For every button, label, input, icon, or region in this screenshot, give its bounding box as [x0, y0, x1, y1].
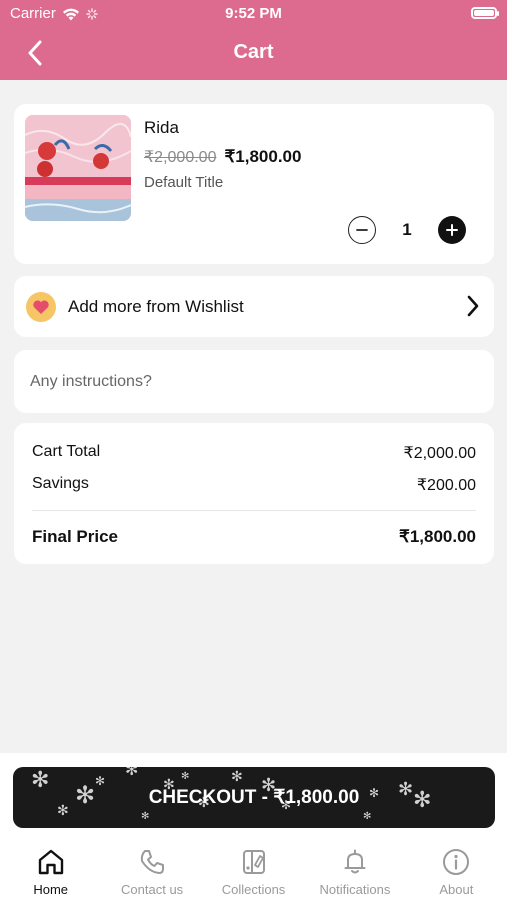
tab-about[interactable]: About	[406, 836, 507, 900]
wishlist-badge	[26, 292, 56, 322]
page-title: Cart	[233, 41, 274, 63]
quantity-stepper: 1	[348, 216, 466, 244]
plus-icon	[446, 224, 458, 236]
chevron-right-icon	[467, 295, 479, 317]
home-icon	[38, 849, 63, 875]
svg-text:✻: ✻	[181, 771, 189, 782]
svg-text:✻: ✻	[398, 779, 413, 800]
savings-row: Savings ₹200.00	[32, 475, 476, 495]
svg-text:✻: ✻	[413, 788, 431, 813]
sale-price: ₹1,800.00	[224, 147, 302, 166]
instructions-input[interactable]	[30, 364, 478, 400]
app-header: Carrier 9:52 PM Cart	[0, 0, 507, 80]
checkout-label: CHECKOUT - ₹1,800.00	[148, 787, 360, 808]
status-time: 9:52 PM	[225, 5, 282, 22]
tab-label-notifications: Notifications	[319, 882, 391, 897]
svg-text:✻: ✻	[31, 768, 49, 793]
summary-divider	[32, 510, 476, 511]
phone-icon	[140, 850, 165, 874]
cart-item-card: Rida ₹2,000.00 ₹1,800.00 Default Title 1	[14, 104, 494, 264]
svg-text:✻: ✻	[57, 803, 69, 819]
final-price-value: ₹1,800.00	[399, 527, 476, 546]
tab-contact-us[interactable]: Contact us	[101, 836, 202, 900]
savings-value: ₹200.00	[416, 477, 476, 494]
cart-total-label: Cart Total	[32, 443, 101, 460]
battery-icon	[471, 7, 499, 19]
original-price: ₹2,000.00	[144, 149, 217, 166]
svg-text:✻: ✻	[95, 774, 105, 788]
svg-text:✻: ✻	[369, 786, 379, 800]
quantity-value: 1	[402, 220, 412, 239]
cart-total-value: ₹2,000.00	[403, 445, 476, 462]
heart-icon	[33, 300, 49, 314]
tab-collections[interactable]: Collections	[203, 836, 304, 900]
collections-icon	[242, 850, 265, 874]
svg-text:✻: ✻	[125, 767, 138, 779]
svg-text:✻: ✻	[363, 811, 371, 822]
final-price-label: Final Price	[32, 527, 118, 546]
price-row: ₹2,000.00 ₹1,800.00	[144, 147, 301, 167]
bell-icon	[344, 849, 366, 874]
savings-label: Savings	[32, 475, 89, 492]
order-summary: Cart Total ₹2,000.00 Savings ₹200.00 Fin…	[14, 423, 494, 564]
minus-icon	[356, 229, 368, 231]
instructions-card	[14, 350, 494, 413]
cart-total-row: Cart Total ₹2,000.00	[32, 443, 476, 463]
nav-bar: Cart	[0, 30, 507, 78]
variant-title: Default Title	[144, 174, 224, 191]
decrease-quantity-button[interactable]	[348, 216, 376, 244]
checkout-button[interactable]: ✻ ✻ ✻ ✻ ✻ ✻ ✻ ✻ ✻ ✻ ✻ ✻ ✻ ✻ ✻ ✻ CHECKOUT…	[13, 767, 495, 828]
product-image[interactable]	[25, 115, 131, 221]
tab-label-about: About	[439, 882, 474, 897]
increase-quantity-button[interactable]	[438, 216, 466, 244]
tab-label-contact-us: Contact us	[121, 882, 184, 897]
svg-text:✻: ✻	[231, 769, 243, 785]
tab-notifications[interactable]: Notifications	[304, 836, 405, 900]
tab-home[interactable]: Home	[0, 836, 101, 900]
status-bar: Carrier 9:52 PM	[0, 0, 507, 28]
svg-text:✻: ✻	[75, 781, 95, 809]
product-thumbnail	[25, 115, 131, 221]
wishlist-label: Add more from Wishlist	[68, 297, 244, 316]
final-price-row: Final Price ₹1,800.00	[32, 527, 476, 547]
tab-label-home: Home	[33, 882, 69, 897]
tab-label-collections: Collections	[221, 882, 286, 897]
svg-text:✻: ✻	[141, 811, 149, 822]
info-icon	[443, 849, 470, 875]
tab-bar: Home Contact us Collections Notification…	[0, 836, 507, 900]
product-name[interactable]: Rida	[144, 118, 179, 138]
add-from-wishlist-row[interactable]: Add more from Wishlist	[14, 276, 494, 337]
